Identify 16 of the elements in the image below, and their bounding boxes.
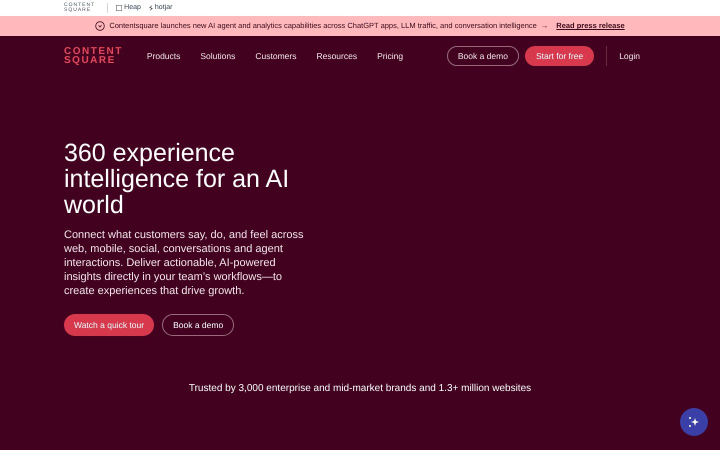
nav-link[interactable]: Solutions — [200, 50, 236, 62]
nav-link[interactable]: Pricing — [377, 50, 404, 62]
login-link[interactable]: Login — [619, 50, 640, 62]
nav-link[interactable]: Resources — [316, 50, 358, 62]
book-demo-button[interactable]: Book a demo — [446, 46, 519, 66]
hero-description: Connect what customers say, do, and feel across web, mobile, social, conversations and agent interactions. Deliver actionable, AI-powered insights directly in your team’s workflows—to create experiences that drive growth. — [64, 228, 304, 298]
nav-link[interactable]: Products — [146, 50, 180, 62]
start-free-button[interactable]: Start for free — [524, 46, 594, 66]
hero-title: 360 experience intelligence for an AI world — [64, 140, 290, 218]
trusted-text: Trusted by 3,000 enterprise and mid-market brands and 1.3+ million websites — [188, 382, 532, 396]
logo[interactable]: CONTENT SQUARE — [64, 47, 123, 65]
sparkle-icon — [688, 416, 700, 428]
nav-link[interactable]: Customers — [255, 50, 296, 62]
ai-assistant-button[interactable] — [680, 408, 708, 436]
book-demo-button[interactable]: Book a demo — [162, 314, 234, 336]
watch-tour-button[interactable]: Watch a quick tour — [64, 314, 154, 336]
